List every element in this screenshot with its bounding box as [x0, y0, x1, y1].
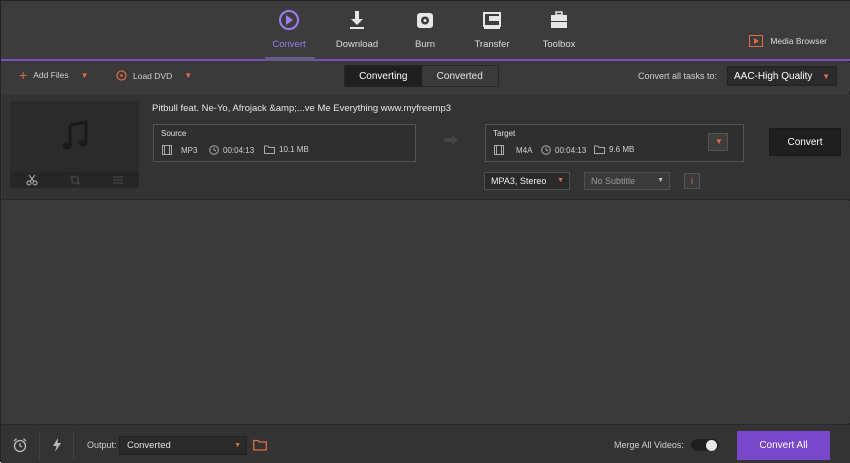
toolbar: + Add Files ▼ Load DVD ▼ Converting Conv…	[1, 63, 850, 91]
top-nav-bar: Convert Download Burn Transfer Toolbox M…	[1, 1, 850, 61]
target-label: Target	[493, 129, 516, 138]
source-size: 10.1 MB	[264, 145, 309, 154]
arrow-right-icon	[444, 135, 458, 145]
tab-transfer[interactable]: Transfer	[462, 7, 522, 57]
film-icon	[162, 145, 172, 155]
source-duration-value: 00:04:13	[223, 145, 255, 155]
target-format-dropdown[interactable]: ▼	[708, 133, 728, 151]
download-icon	[350, 11, 364, 29]
transfer-icon	[483, 12, 501, 29]
chevron-down-icon: ▼	[234, 442, 241, 449]
media-browser-label: Media Browser	[770, 36, 827, 46]
merge-videos-label: Merge All Videos:	[614, 440, 684, 450]
source-info-box: Source MP3 00:04:13 10.1 MB	[153, 124, 416, 162]
music-note-icon	[62, 120, 88, 150]
target-size-value: 9.6 MB	[609, 145, 635, 154]
tab-toolbox-label: Toolbox	[542, 39, 576, 50]
lightning-icon[interactable]	[49, 437, 65, 453]
open-folder-icon[interactable]	[253, 439, 267, 451]
tab-transfer-label: Transfer	[474, 39, 510, 50]
media-browser-icon	[749, 35, 764, 47]
target-duration-value: 00:04:13	[555, 145, 587, 155]
output-format-value: AAC-High Quality	[734, 71, 813, 82]
convert-all-button[interactable]: Convert All	[737, 431, 830, 460]
merge-videos-toggle[interactable]	[691, 439, 719, 451]
load-dvd-label: Load DVD	[133, 70, 173, 81]
alarm-clock-icon[interactable]	[12, 437, 28, 453]
output-folder-value: Converted	[127, 440, 171, 451]
add-files-label: Add Files	[33, 70, 69, 80]
source-duration: 00:04:13	[209, 145, 254, 155]
source-size-value: 10.1 MB	[279, 145, 309, 154]
plus-icon: +	[19, 67, 28, 83]
output-label: Output:	[87, 440, 117, 450]
file-title: Pitbull feat. Ne-Yo, Afrojack &amp;...ve…	[152, 103, 452, 114]
convert-button[interactable]: Convert	[769, 128, 841, 156]
tab-converted[interactable]: Converted	[421, 66, 498, 86]
toggle-knob	[706, 440, 717, 451]
active-tab-indicator	[265, 57, 315, 61]
thumbnail-tools	[10, 172, 139, 188]
tab-converting[interactable]: Converting	[345, 66, 422, 86]
tab-burn-label: Burn	[414, 39, 436, 50]
file-thumbnail	[10, 101, 139, 188]
burn-icon	[417, 13, 433, 28]
bottom-bar: Output: Converted ▼ Merge All Videos: Co…	[1, 424, 850, 463]
tab-burn[interactable]: Burn	[395, 7, 455, 57]
clock-icon	[541, 145, 551, 155]
convert-all-label: Convert all tasks to:	[638, 71, 718, 81]
chevron-down-icon[interactable]: ▼	[184, 71, 192, 80]
target-format: M4A	[494, 145, 532, 155]
output-folder-select[interactable]: Converted ▼	[119, 436, 247, 455]
chevron-down-icon: ▼	[822, 72, 830, 81]
chevron-down-icon: ▼	[557, 177, 564, 184]
audio-track-value: MPA3, Stereo	[491, 176, 547, 186]
crop-icon[interactable]	[69, 174, 81, 186]
folder-icon	[264, 145, 275, 154]
clock-icon	[209, 145, 219, 155]
info-button[interactable]: i	[684, 173, 700, 189]
target-size: 9.6 MB	[594, 145, 634, 154]
divider	[39, 431, 40, 459]
divider	[73, 431, 74, 459]
output-format-select[interactable]: AAC-High Quality ▼	[727, 66, 837, 86]
target-format-value: M4A	[516, 145, 533, 155]
scissors-icon[interactable]	[26, 174, 38, 186]
effects-icon[interactable]	[112, 174, 124, 186]
subtitle-value: No Subtitle	[591, 176, 636, 186]
app-window: Convert Download Burn Transfer Toolbox M…	[0, 0, 850, 463]
chevron-down-icon[interactable]: ▼	[81, 71, 89, 80]
source-label: Source	[161, 129, 187, 138]
status-segmented-control: Converting Converted	[344, 65, 499, 87]
load-dvd-button[interactable]: Load DVD ▼	[116, 70, 192, 81]
audio-track-select[interactable]: MPA3, Stereo ▼	[484, 172, 570, 190]
file-item: Pitbull feat. Ne-Yo, Afrojack &amp;...ve…	[2, 95, 850, 200]
tab-convert-label: Convert	[272, 39, 306, 50]
chevron-down-icon: ▼	[657, 177, 664, 184]
file-list-empty-area	[2, 201, 850, 423]
target-info-box: Target M4A 00:04:13 9.6 MB	[485, 124, 744, 162]
folder-icon	[594, 145, 605, 154]
chevron-down-icon: ▼	[715, 137, 723, 146]
tab-toolbox[interactable]: Toolbox	[529, 7, 589, 57]
tab-convert[interactable]: Convert	[259, 7, 319, 57]
film-icon	[494, 145, 504, 155]
source-format: MP3	[162, 145, 197, 155]
convert-icon	[279, 10, 299, 30]
media-browser-button[interactable]: Media Browser	[749, 35, 827, 47]
target-duration: 00:04:13	[541, 145, 586, 155]
dvd-icon	[116, 70, 127, 81]
source-format-value: MP3	[181, 145, 198, 155]
subtitle-select[interactable]: No Subtitle ▼	[584, 172, 670, 190]
add-files-button[interactable]: + Add Files ▼	[19, 67, 89, 83]
tab-download-label: Download	[335, 39, 379, 50]
toolbox-icon	[551, 11, 567, 28]
tab-download[interactable]: Download	[327, 7, 387, 57]
